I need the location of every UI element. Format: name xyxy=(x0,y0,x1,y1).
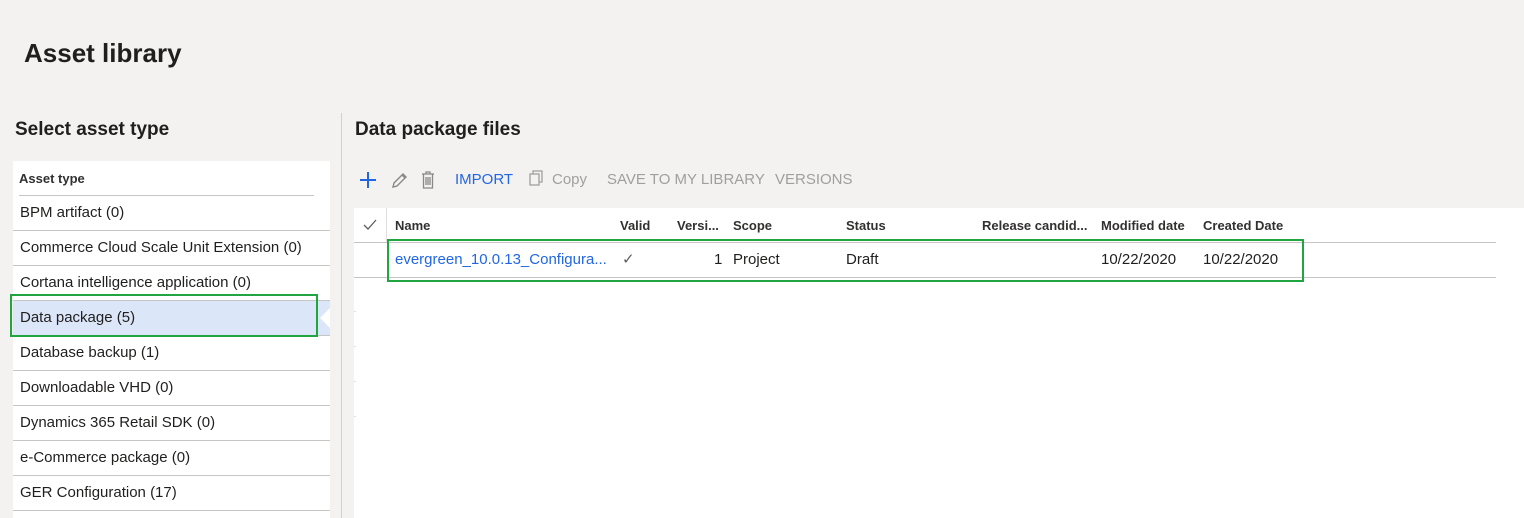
asset-type-item-bpm-artifact[interactable]: BPM artifact (0) xyxy=(13,196,330,231)
row-created-date: 10/22/2020 xyxy=(1203,251,1279,268)
column-header-valid[interactable]: Valid xyxy=(620,208,650,242)
asset-type-item-ecommerce-package[interactable]: e-Commerce package (0) xyxy=(13,441,330,476)
import-button[interactable]: IMPORT xyxy=(455,166,513,194)
asset-type-list: BPM artifact (0) Commerce Cloud Scale Un… xyxy=(13,196,330,511)
data-package-files-heading: Data package files xyxy=(355,119,521,140)
column-header-release-candidate[interactable]: Release candid... xyxy=(982,208,1088,242)
asset-type-item-retail-sdk[interactable]: Dynamics 365 Retail SDK (0) xyxy=(13,406,330,441)
plus-icon[interactable] xyxy=(358,166,378,194)
copy-icon[interactable] xyxy=(528,166,544,194)
select-asset-type-heading: Select asset type xyxy=(15,119,170,140)
row-modified-date: 10/22/2020 xyxy=(1101,251,1177,268)
save-to-my-library-button[interactable]: SAVE TO MY LIBRARY xyxy=(607,166,765,194)
row-scope: Project xyxy=(733,251,780,268)
empty-row-marker xyxy=(354,382,356,417)
row-version: 1 xyxy=(714,251,723,268)
asset-type-item-downloadable-vhd[interactable]: Downloadable VHD (0) xyxy=(13,371,330,406)
asset-type-item-cortana-intelligence[interactable]: Cortana intelligence application (0) xyxy=(13,266,330,301)
trash-icon[interactable] xyxy=(420,166,436,194)
row-status: Draft xyxy=(846,251,879,268)
column-header-modified-date[interactable]: Modified date xyxy=(1101,208,1185,242)
table-row[interactable]: evergreen_10.0.13_Configura... ✓ 1 Proje… xyxy=(354,243,1496,278)
column-header-scope[interactable]: Scope xyxy=(733,208,772,242)
page-title: Asset library xyxy=(24,38,182,68)
asset-type-item-database-backup[interactable]: Database backup (1) xyxy=(13,336,330,371)
grid-header-row: Name Valid Versi... Scope Status Release… xyxy=(354,208,1496,243)
column-header-name[interactable]: Name xyxy=(395,208,430,242)
row-name-link[interactable]: evergreen_10.0.13_Configura... xyxy=(395,243,607,277)
data-package-grid: Name Valid Versi... Scope Status Release… xyxy=(354,208,1524,518)
copy-button[interactable]: Copy xyxy=(552,166,587,194)
panel-divider xyxy=(341,113,342,518)
column-header-created-date[interactable]: Created Date xyxy=(1203,208,1283,242)
asset-type-item-ger-configuration[interactable]: GER Configuration (17) xyxy=(13,476,330,511)
empty-row-marker xyxy=(354,312,356,347)
pencil-icon[interactable] xyxy=(390,166,408,194)
versions-button[interactable]: VERSIONS xyxy=(775,166,853,194)
asset-type-item-commerce-cloud-scale-unit[interactable]: Commerce Cloud Scale Unit Extension (0) xyxy=(13,231,330,266)
empty-row-marker xyxy=(354,347,356,382)
asset-type-list-panel: Asset type BPM artifact (0) Commerce Clo… xyxy=(13,161,330,518)
empty-row-markers xyxy=(354,277,356,427)
asset-type-item-data-package[interactable]: Data package (5) xyxy=(13,301,330,336)
empty-row-marker xyxy=(354,277,356,312)
column-header-status[interactable]: Status xyxy=(846,208,886,242)
asset-type-column-header[interactable]: Asset type xyxy=(19,171,85,186)
select-all-checkbox[interactable] xyxy=(354,208,387,242)
column-header-version[interactable]: Versi... xyxy=(677,208,719,242)
row-valid-check-icon: ✓ xyxy=(622,251,635,268)
